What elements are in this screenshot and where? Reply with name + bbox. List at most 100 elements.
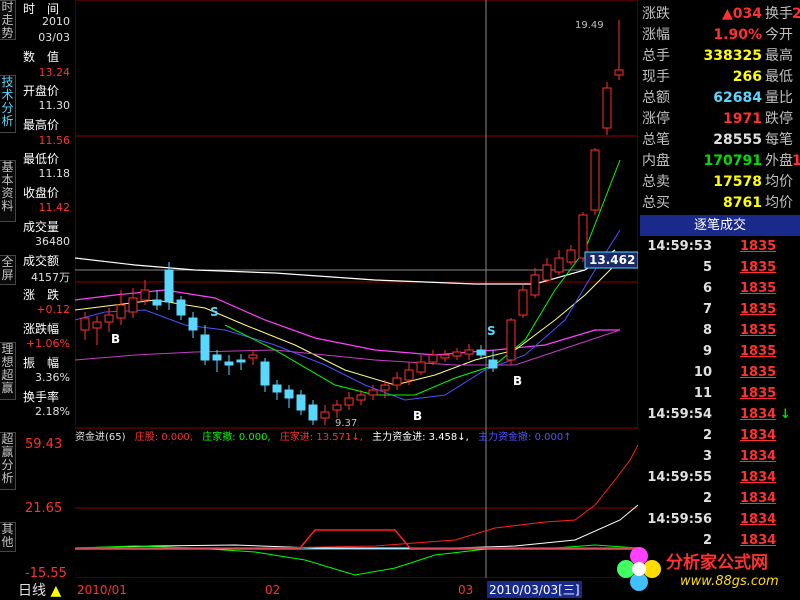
quote-label: 涨跌: [642, 6, 670, 22]
flower-logo-icon: [614, 544, 664, 594]
year-value: 2010: [42, 15, 70, 28]
price-pane-frame: [75, 0, 638, 429]
indicator-white-line: [75, 504, 638, 549]
quote-label: 现手: [642, 69, 670, 85]
tick-price: 1835: [740, 386, 777, 401]
quote-label: 总买: [642, 195, 670, 211]
candle-body: [452, 351, 462, 357]
date-value: 03/03: [38, 31, 70, 44]
tick-row: 14:59:54 1834 ↓: [640, 404, 800, 425]
quote-label-2: 跌停: [765, 111, 793, 127]
tick-time: 14:59:54: [647, 407, 712, 422]
period-selector[interactable]: 日线 ▲: [18, 580, 61, 600]
tick-time: 2: [702, 491, 712, 506]
kline-chart[interactable]: S S B B B 19.49 9.37 13.462 资金进(65) 庄股: …: [75, 0, 638, 600]
tick-price: 1835: [740, 239, 777, 254]
candle-body: [476, 349, 486, 356]
tick-price: 1835: [740, 323, 777, 338]
candle-body: [188, 317, 198, 331]
tab-label: 基本资料: [1, 160, 14, 213]
amount-value: 4157万: [31, 271, 70, 284]
indicator-step-line: [75, 529, 638, 549]
volume-label: 成交量: [23, 220, 60, 234]
quote-value: ▲034: [722, 6, 762, 22]
candle-body: [128, 297, 138, 313]
candle-body: [92, 321, 102, 329]
tab-label: 时走势: [1, 0, 14, 40]
quote-label-2: 换手: [765, 6, 793, 22]
tick-row: 2 1834: [640, 425, 800, 446]
candle-body: [332, 404, 342, 411]
tick-price: 1834: [740, 428, 777, 443]
watermark-name: 分析家公式网: [666, 553, 768, 573]
tick-price: 1834: [740, 512, 777, 527]
tab-technical-analysis[interactable]: 技术分析: [0, 75, 16, 133]
quote-label-2: 均价: [765, 195, 793, 211]
tick-price: 1834: [740, 449, 777, 464]
quote-row: 涨停 1971 跌停: [640, 109, 800, 130]
amount-label: 成交额: [23, 254, 60, 268]
amplitude-value: 3.36%: [35, 371, 70, 384]
tab-label: 其他: [1, 522, 14, 549]
quote-row: 总笔 28555 每笔: [640, 130, 800, 151]
value-value: 13.24: [38, 66, 71, 79]
candle-body: [176, 299, 186, 316]
tab-other[interactable]: 其他: [0, 522, 16, 552]
candle-body: [614, 69, 624, 76]
quote-value: 8761: [723, 195, 762, 211]
ma-line-purple: [75, 329, 621, 366]
tab-fullscreen[interactable]: 全屏: [0, 255, 16, 285]
close-value: 11.42: [38, 201, 71, 214]
tick-price: 1834: [740, 470, 777, 485]
candle-body: [260, 361, 270, 386]
tab-label: 全屏: [1, 255, 14, 282]
candle-body: [506, 319, 516, 361]
tick-price: 1834: [740, 407, 777, 422]
tab-ideal-super-win[interactable]: 理想超赢: [0, 342, 16, 400]
tick-row: 14:59:53 1835: [640, 236, 800, 257]
high-value: 11.56: [38, 134, 71, 147]
change-label: 涨 跌: [23, 288, 60, 302]
quote-value: 62684: [713, 90, 762, 106]
quote-label: 涨幅: [642, 27, 670, 43]
indicator-name: 资金进(65): [75, 430, 126, 443]
open-value: 11.30: [38, 99, 71, 112]
quote-label: 总卖: [642, 174, 670, 190]
tab-super-win-analysis[interactable]: 超赢分析: [0, 432, 16, 490]
quote-label: 总笔: [642, 132, 670, 148]
candle-body: [590, 149, 600, 211]
tick-time: 14:59:53: [647, 239, 712, 254]
amplitude-label: 振 幅: [23, 356, 60, 370]
tab-basic-info[interactable]: 基本资料: [0, 160, 16, 222]
volume-value: 36480: [35, 235, 70, 248]
ticks-title: 逐笔成交: [640, 215, 800, 236]
date-label-feb: 02: [265, 583, 281, 597]
date-label-jan: 2010/01: [77, 583, 127, 597]
tick-row: 7 1835: [640, 299, 800, 320]
candle-body: [380, 384, 390, 391]
indicator-line5: 主力资金撤: 0.000↑: [478, 430, 572, 443]
tab-time-trend[interactable]: 时走势: [0, 0, 16, 40]
candle-body: [566, 249, 576, 263]
current-price-value: 13.462: [589, 253, 635, 267]
tick-row: 2 1834: [640, 488, 800, 509]
tick-row: 11 1835: [640, 383, 800, 404]
indicator-red-line: [75, 444, 638, 549]
candle-body: [116, 304, 126, 319]
quote-label-2: 外盘: [765, 153, 793, 169]
vertical-tab-strip: 时走势 技术分析 基本资料 全屏 理想超赢 超赢分析 其他: [0, 0, 17, 600]
candle-body: [392, 377, 402, 386]
candle-body: [356, 394, 366, 401]
candle-body: [104, 314, 114, 323]
candle-body: [488, 359, 498, 369]
quote-value-2: 1: [792, 153, 800, 169]
tick-price: 1835: [740, 365, 777, 380]
low-value: 11.18: [38, 167, 71, 180]
quote-label-2: 今开: [765, 27, 793, 43]
candle-body: [542, 264, 552, 281]
signal-buy-label: B: [413, 409, 422, 423]
quote-row: 涨跌 ▲034 换手 2: [640, 4, 800, 25]
turnover-label: 换手率: [23, 390, 60, 404]
candle-body: [404, 369, 414, 381]
tick-time: 11: [693, 386, 712, 401]
